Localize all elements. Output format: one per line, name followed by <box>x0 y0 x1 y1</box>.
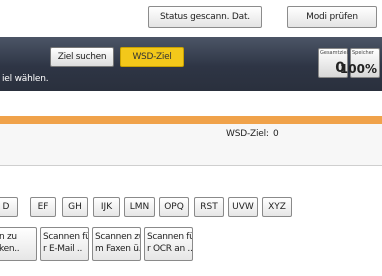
top-bar: Status gescann. Dat. Modi prüfen <box>0 0 382 34</box>
check-modes-button[interactable]: Modi prüfen <box>287 6 377 28</box>
total-destinations-label: Gesamtziel <box>320 50 348 56</box>
instruction-text: iel wählen. <box>2 74 49 84</box>
index-button[interactable]: LMN <box>124 197 155 217</box>
selection-strip <box>0 116 382 124</box>
destination-line2: r E-Mail .. <box>43 244 83 254</box>
wsd-destination-label: WSD-Ziel: <box>226 129 269 139</box>
index-button[interactable]: IJK <box>93 197 120 217</box>
destination-line1: Scannen fü <box>43 232 89 242</box>
index-button[interactable]: GH <box>62 197 88 217</box>
destination-button[interactable]: Scannen fü r OCR an .. <box>144 227 193 261</box>
destination-button[interactable]: Scannen fü r E-Mail .. <box>40 227 89 261</box>
destination-line2: ken.. <box>0 244 20 254</box>
status-scanned-files-button[interactable]: Status gescann. Dat. <box>148 6 262 28</box>
index-button[interactable]: D <box>0 197 18 217</box>
alphabet-index-bar: D EF GH IJK LMN OPQ RST UVW XYZ <box>0 197 382 217</box>
destination-line2: r OCR an .. <box>147 244 193 254</box>
index-button[interactable]: RST <box>194 197 224 217</box>
wsd-destination-count: 0 <box>273 129 279 139</box>
index-button[interactable]: UVW <box>228 197 258 217</box>
destination-line1: Scannen fü <box>147 232 193 242</box>
destination-line1: Scannen zu <box>95 232 141 242</box>
search-destination-button[interactable]: Ziel suchen <box>50 47 114 67</box>
memory-value: 100% <box>339 62 377 76</box>
memory-counter: Speicher 100% <box>340 48 380 78</box>
index-button[interactable]: EF <box>30 197 56 217</box>
memory-label: Speicher <box>352 50 374 56</box>
destination-line1: n zu <box>0 232 17 242</box>
destination-button[interactable]: n zu ken.. <box>0 227 37 261</box>
index-button[interactable]: XYZ <box>262 197 292 217</box>
wsd-destination-panel: WSD-Ziel: 0 <box>0 124 382 166</box>
destination-line2: m Faxen ü.. <box>95 244 141 254</box>
destination-button[interactable]: Scannen zu m Faxen ü.. <box>92 227 141 261</box>
index-button[interactable]: OPQ <box>159 197 189 217</box>
wsd-destination-tab[interactable]: WSD-Ziel <box>120 47 184 67</box>
